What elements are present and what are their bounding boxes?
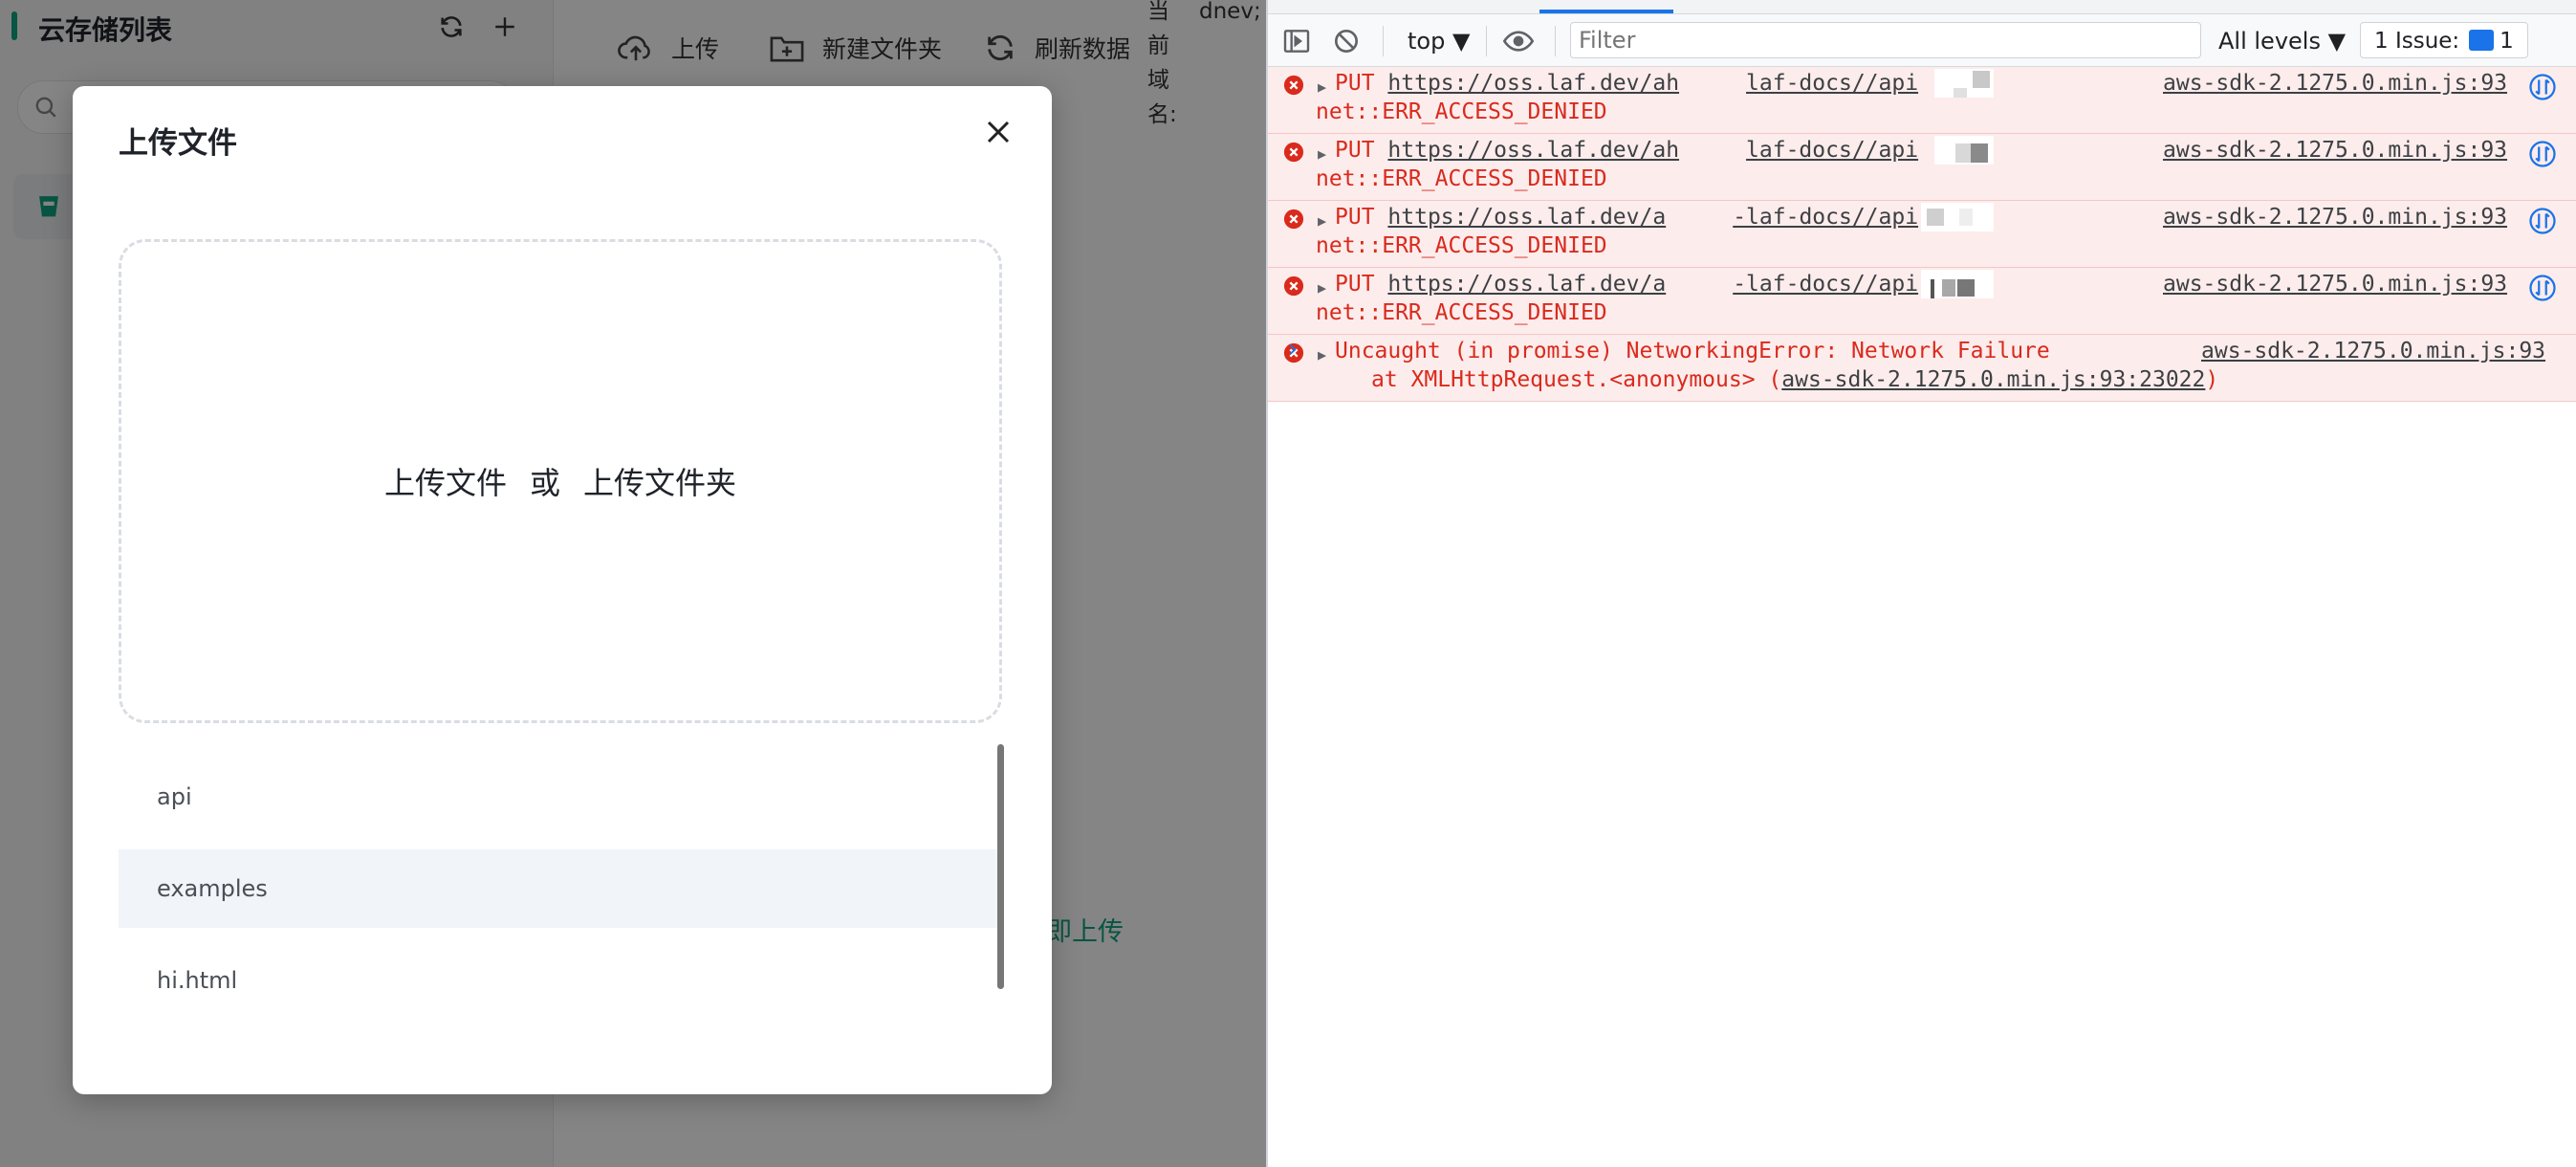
request-error: net::ERR_ACCESS_DENIED bbox=[1316, 300, 1607, 325]
redacted-area bbox=[1934, 136, 1994, 165]
upload-file-modal: 上传文件 上传文件或上传文件夹 api examples hi.html bbox=[73, 86, 1052, 1094]
source-link[interactable]: aws-sdk-2.1275.0.min.js:93 bbox=[2163, 138, 2507, 163]
stack-suffix: ) bbox=[2205, 367, 2219, 392]
network-request-icon[interactable] bbox=[2528, 73, 2557, 101]
request-url-end[interactable]: laf-docs//api bbox=[1746, 138, 1918, 163]
console-error-row[interactable]: ▶ PUT https://oss.laf.dev/ah laf-docs//ap… bbox=[1268, 67, 2576, 134]
close-button[interactable] bbox=[973, 107, 1023, 157]
request-url-end[interactable]: laf-docs//api bbox=[1746, 71, 1918, 96]
expand-triangle-icon[interactable]: ▶ bbox=[1318, 78, 1326, 96]
expand-triangle-icon[interactable]: ▶ bbox=[1318, 279, 1326, 297]
request-method: PUT bbox=[1335, 138, 1375, 163]
request-url-start[interactable]: https://oss.laf.dev/ah bbox=[1387, 138, 1679, 163]
request-url-start[interactable]: https://oss.laf.dev/ah bbox=[1387, 71, 1679, 96]
toolbar-separator bbox=[1555, 26, 1556, 56]
request-url-end[interactable]: -laf-docs//api bbox=[1733, 272, 1918, 297]
issues-button[interactable]: 1 Issue: 1 bbox=[2360, 22, 2528, 58]
upload-dropzone[interactable]: 上传文件或上传文件夹 bbox=[119, 239, 1002, 723]
request-line: PUT https://oss.laf.dev/a -laf-docs//api bbox=[1335, 272, 1918, 297]
request-line: PUT https://oss.laf.dev/ah laf-docs//api bbox=[1335, 138, 1918, 163]
stack-prefix: at XMLHttpRequest.<anonymous> ( bbox=[1371, 367, 1782, 392]
console-error-row[interactable]: ▶ PUT https://oss.laf.dev/ah laf-docs//ap… bbox=[1268, 134, 2576, 201]
redacted-area bbox=[1921, 203, 1994, 231]
eye-icon[interactable] bbox=[1503, 26, 1534, 56]
redacted-area bbox=[1934, 69, 1994, 98]
file-list-scrollbar[interactable] bbox=[997, 744, 1004, 989]
expand-triangle-icon[interactable]: ▶ bbox=[1318, 212, 1326, 230]
devtools-panel: top ▼ All levels ▼ 1 Issue: 1 ▶ PUT https… bbox=[1266, 0, 2576, 1167]
expand-triangle-icon[interactable]: ▶ bbox=[1318, 346, 1326, 363]
log-levels-value: All levels bbox=[2218, 28, 2321, 55]
file-row[interactable]: api bbox=[119, 758, 998, 836]
or-text: 或 bbox=[529, 465, 560, 501]
console-tab-indicator bbox=[1539, 10, 1673, 13]
request-url-start[interactable]: https://oss.laf.dev/a bbox=[1387, 272, 1666, 297]
error-icon bbox=[1283, 75, 1304, 96]
file-row[interactable]: hi.html bbox=[119, 941, 998, 1020]
request-line: PUT https://oss.laf.dev/ah laf-docs//api bbox=[1335, 71, 1918, 96]
console-exception-row[interactable]: ▶ Uncaught (in promise) NetworkingError:… bbox=[1268, 335, 2576, 402]
file-list: api examples hi.html bbox=[119, 758, 998, 1054]
context-selector[interactable]: top ▼ bbox=[1408, 26, 1470, 56]
upload-folder-link[interactable]: 上传文件夹 bbox=[583, 465, 736, 501]
source-link[interactable]: aws-sdk-2.1275.0.min.js:93 bbox=[2163, 205, 2507, 230]
error-icon bbox=[1283, 209, 1304, 230]
file-row[interactable]: examples bbox=[119, 849, 998, 928]
console-error-row[interactable]: ▶ PUT https://oss.laf.dev/a -laf-docs//ap… bbox=[1268, 201, 2576, 268]
toolbar-separator bbox=[1383, 26, 1384, 56]
chevron-down-icon: ▼ bbox=[2327, 28, 2347, 55]
request-method: PUT bbox=[1335, 205, 1375, 230]
issue-message-icon bbox=[2469, 30, 2495, 51]
request-method: PUT bbox=[1335, 272, 1375, 297]
console-filter-input[interactable] bbox=[1570, 22, 2201, 58]
issues-count: 1 bbox=[2500, 29, 2514, 54]
request-url-end[interactable]: -laf-docs//api bbox=[1733, 205, 1918, 230]
exception-stack: at XMLHttpRequest.<anonymous> (aws-sdk-2… bbox=[1371, 367, 2218, 392]
devtools-tabstrip bbox=[1268, 0, 2576, 14]
console-prompt[interactable]: › bbox=[1285, 335, 1300, 363]
request-url-start[interactable]: https://oss.laf.dev/a bbox=[1387, 205, 1666, 230]
network-request-icon[interactable] bbox=[2528, 140, 2557, 168]
request-error: net::ERR_ACCESS_DENIED bbox=[1316, 166, 1607, 191]
redacted-area bbox=[1921, 270, 1994, 298]
storage-app: 云存储列表 上传 新建文件夹 刷新数据 当前域名: dnev; docs. bbox=[0, 0, 1266, 1167]
close-icon bbox=[987, 121, 1010, 143]
context-value: top bbox=[1408, 28, 1446, 55]
log-levels-dropdown[interactable]: All levels ▼ bbox=[2218, 26, 2346, 56]
exception-message: Uncaught (in promise) NetworkingError: N… bbox=[1335, 339, 2050, 363]
error-icon bbox=[1283, 142, 1304, 163]
chevron-down-icon: ▼ bbox=[1452, 28, 1471, 55]
network-request-icon[interactable] bbox=[2528, 274, 2557, 302]
console-error-row[interactable]: ▶ PUT https://oss.laf.dev/a -laf-docs//ap… bbox=[1268, 268, 2576, 335]
request-method: PUT bbox=[1335, 71, 1375, 96]
dropzone-text: 上传文件或上传文件夹 bbox=[384, 459, 736, 503]
request-error: net::ERR_ACCESS_DENIED bbox=[1316, 99, 1607, 124]
source-link[interactable]: aws-sdk-2.1275.0.min.js:93 bbox=[2163, 272, 2507, 297]
request-line: PUT https://oss.laf.dev/a -laf-docs//api bbox=[1335, 205, 1918, 230]
issues-label: 1 Issue: bbox=[2374, 29, 2460, 54]
toolbar-separator bbox=[1486, 26, 1487, 56]
console-messages: ▶ PUT https://oss.laf.dev/ah laf-docs//ap… bbox=[1268, 67, 2576, 402]
source-link[interactable]: aws-sdk-2.1275.0.min.js:93 bbox=[2163, 71, 2507, 96]
clear-console-icon[interactable] bbox=[1331, 26, 1362, 56]
sidebar-toggle-icon[interactable] bbox=[1281, 26, 1312, 56]
request-error: net::ERR_ACCESS_DENIED bbox=[1316, 233, 1607, 258]
upload-file-link[interactable]: 上传文件 bbox=[384, 465, 507, 501]
modal-title: 上传文件 bbox=[119, 126, 237, 161]
source-link[interactable]: aws-sdk-2.1275.0.min.js:93 bbox=[2201, 339, 2545, 363]
error-icon bbox=[1283, 275, 1304, 297]
network-request-icon[interactable] bbox=[2528, 207, 2557, 235]
console-toolbar: top ▼ All levels ▼ 1 Issue: 1 bbox=[1268, 14, 2576, 67]
expand-triangle-icon[interactable]: ▶ bbox=[1318, 145, 1326, 163]
stack-link[interactable]: aws-sdk-2.1275.0.min.js:93:23022 bbox=[1781, 367, 2205, 392]
